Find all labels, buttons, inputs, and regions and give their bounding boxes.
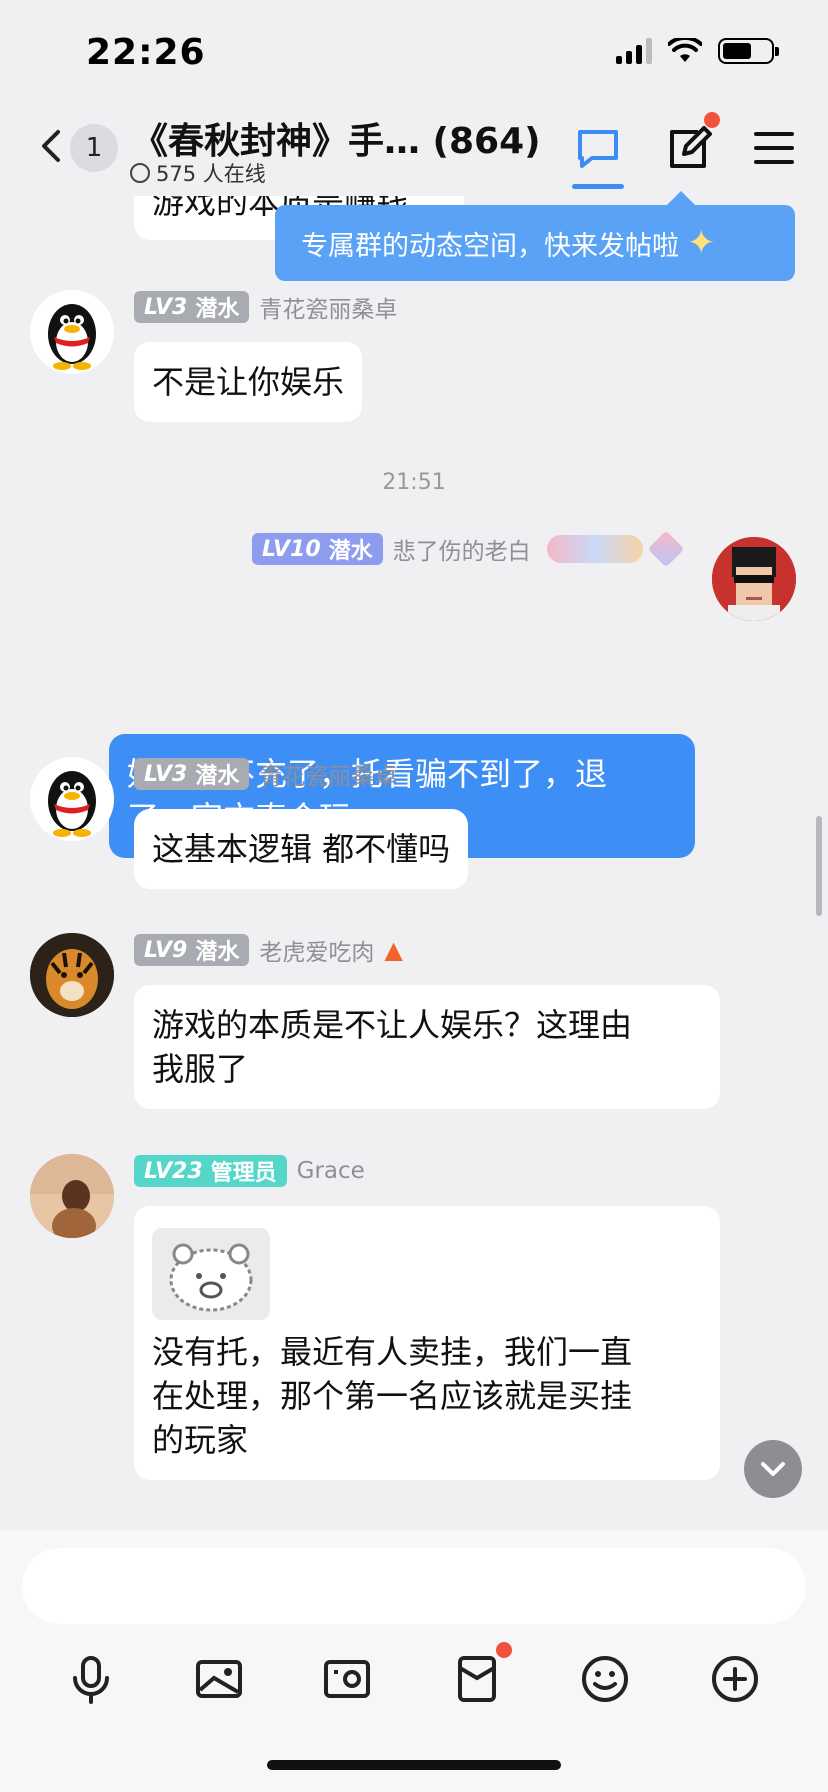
cellular-signal-icon <box>616 38 652 64</box>
scroll-to-bottom-button[interactable] <box>744 1440 802 1498</box>
chat-header: 1 《春秋封神》手… (864) 575 人在线 <box>0 100 828 196</box>
level-badge: LV3 潜水 <box>134 758 250 790</box>
active-tab-indicator <box>572 184 624 189</box>
image-icon[interactable] <box>190 1650 248 1708</box>
status-bar: 22:26 <box>0 0 828 100</box>
avatar[interactable] <box>30 757 114 841</box>
battery-icon <box>718 38 779 64</box>
notification-dot <box>496 1642 512 1658</box>
wifi-icon <box>668 38 702 62</box>
level-badge: LV9 潜水 <box>134 934 250 966</box>
chevron-down-icon <box>761 1462 785 1476</box>
pixel-avatar-icon <box>712 537 796 621</box>
red-packet-icon[interactable] <box>448 1650 506 1708</box>
avatar[interactable] <box>712 537 796 621</box>
emoji-icon[interactable] <box>576 1650 634 1708</box>
status-time: 22:26 <box>86 32 206 73</box>
sender-name[interactable]: 悲了伤的老白 <box>393 532 531 566</box>
level-badge: LV10 潜水 <box>252 533 383 565</box>
girl-avatar-icon <box>30 1154 114 1238</box>
sender-name[interactable]: Grace <box>297 1158 365 1184</box>
message-bubble[interactable]: 游戏的本质是不让人娱乐？这理由 我服了 <box>134 985 720 1109</box>
penguin-avatar-icon <box>30 290 114 374</box>
fire-icon: ▲ <box>384 936 403 964</box>
message-bubble[interactable]: 这基本逻辑 都不懂吗 <box>134 809 469 889</box>
sender-name[interactable]: 老虎爱吃肉 <box>259 933 374 967</box>
sender-name[interactable]: 青花瓷丽桑卓 <box>259 290 397 324</box>
scrollbar[interactable] <box>816 816 822 916</box>
message-meta: LV9 潜水 老虎爱吃肉 ▲ <box>134 933 403 967</box>
bear-sticker-icon <box>169 1243 253 1312</box>
avatar[interactable] <box>30 933 114 1017</box>
message-meta: LV3 潜水 青花瓷丽桑卓 <box>134 757 397 791</box>
back-arrow-icon[interactable] <box>36 126 66 166</box>
plus-icon[interactable] <box>706 1650 764 1708</box>
message-meta: LV10 潜水 悲了伤的老白 <box>252 530 685 568</box>
chat-bubble-icon[interactable] <box>574 124 622 172</box>
unread-count-badge[interactable]: 1 <box>70 124 118 172</box>
feed-tooltip[interactable]: 专属群的动态空间，快来发帖啦 ✦ <box>275 191 795 281</box>
online-count: 575 人在线 <box>130 158 266 188</box>
message-bubble[interactable]: 不是让你娱乐 <box>134 342 363 422</box>
crystal-badge-icon <box>647 530 685 568</box>
message-meta: LV3 潜水 青花瓷丽桑卓 <box>134 290 397 324</box>
tiger-avatar-icon <box>30 933 114 1017</box>
avatar[interactable] <box>30 1154 114 1238</box>
timestamp: 21:51 <box>382 470 446 495</box>
level-badge: LV23 管理员 <box>134 1155 287 1187</box>
edit-post-icon[interactable] <box>664 124 712 172</box>
menu-icon[interactable] <box>750 124 798 172</box>
status-icons <box>616 38 779 64</box>
message-list[interactable]: 游戏的本质是赚钱 LV3 潜水 青花瓷丽桑卓 不是让你娱乐 21:51 LV10… <box>0 150 828 1530</box>
level-badge: LV3 潜水 <box>134 291 250 323</box>
sticker-image[interactable] <box>152 1228 270 1320</box>
medal-badge-icon <box>546 535 643 563</box>
message-input[interactable] <box>22 1548 806 1624</box>
sparkle-icon: ✦ <box>687 223 716 263</box>
group-title[interactable]: 《春秋封神》手… (864) <box>132 112 541 164</box>
online-status-icon <box>130 163 150 183</box>
message-bubble[interactable]: 没有托，最近有人卖挂，我们一直 在处理，那个第一名应该就是买挂 的玩家 <box>134 1206 720 1480</box>
avatar[interactable] <box>30 290 114 374</box>
microphone-icon[interactable] <box>62 1650 120 1708</box>
message-meta: LV23 管理员 Grace <box>134 1154 365 1188</box>
sender-name[interactable]: 青花瓷丽桑卓 <box>259 757 397 791</box>
input-toolbar <box>0 1640 828 1730</box>
notification-dot <box>704 112 720 128</box>
home-indicator[interactable] <box>267 1760 561 1770</box>
penguin-avatar-icon <box>30 757 114 841</box>
camera-icon[interactable] <box>318 1650 376 1708</box>
input-area <box>0 1530 828 1792</box>
